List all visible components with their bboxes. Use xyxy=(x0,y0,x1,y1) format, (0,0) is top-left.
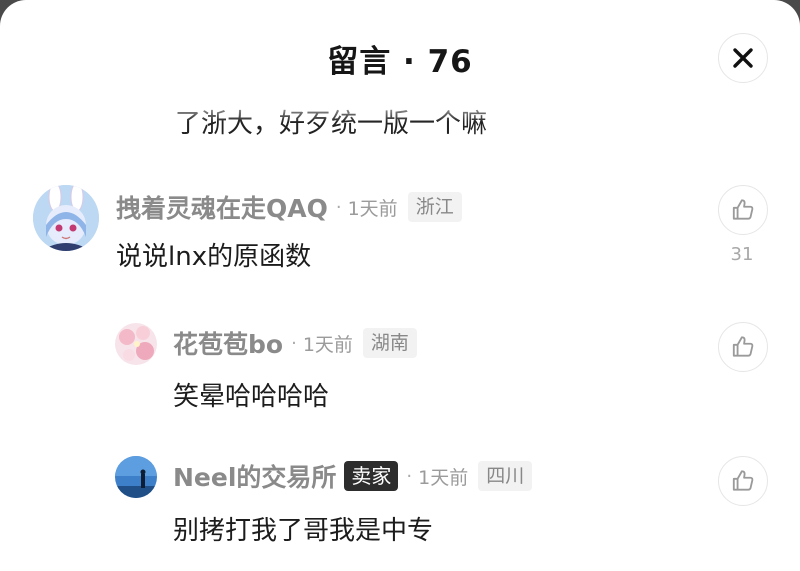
comment-text[interactable]: 笑晕哈哈哈哈 xyxy=(173,376,329,413)
like-count: 31 xyxy=(730,244,754,265)
comment-meta: 花苞苞bo · 1天前 湖南 xyxy=(173,326,417,360)
comment-text[interactable]: 别拷打我了哥我是中专 xyxy=(173,510,433,547)
like-button[interactable] xyxy=(718,456,768,506)
comment-time: 1天前 xyxy=(347,197,398,220)
sky-photo-avatar xyxy=(115,456,157,498)
reply-item: 花苞苞bo · 1天前 湖南 笑晕哈哈哈哈 xyxy=(0,320,800,420)
avatar[interactable] xyxy=(115,323,157,365)
separator-dot: · xyxy=(291,332,297,354)
comment-item: 拽着灵魂在走QAQ · 1天前 浙江 说说lnx的原函数 31 xyxy=(0,180,800,280)
comment-meta: Neel的交易所 卖家 · 1天前 四川 xyxy=(173,458,533,494)
scroll-fade xyxy=(0,96,800,122)
thumbs-up-icon xyxy=(732,336,754,357)
comment-time: 1天前 xyxy=(302,333,353,356)
page-title: 留言 · 76 xyxy=(327,44,473,80)
username[interactable]: 花苞苞bo xyxy=(173,325,283,361)
region-badge: 四川 xyxy=(478,461,533,491)
username[interactable]: Neel的交易所 xyxy=(173,458,336,494)
close-icon xyxy=(733,48,753,68)
close-button[interactable] xyxy=(718,33,768,83)
region-badge: 湖南 xyxy=(362,328,417,358)
anime-bunny-avatar xyxy=(33,185,99,251)
comment-meta: 拽着灵魂在走QAQ · 1天前 浙江 xyxy=(116,190,462,224)
pink-blossom-avatar xyxy=(115,323,157,365)
avatar[interactable] xyxy=(115,456,157,498)
region-badge: 浙江 xyxy=(407,192,462,222)
comment-time: 1天前 xyxy=(418,466,469,489)
avatar[interactable] xyxy=(33,185,99,251)
thumbs-up-icon xyxy=(732,199,754,220)
reply-item: Neel的交易所 卖家 · 1天前 四川 别拷打我了哥我是中专 xyxy=(0,454,800,564)
like-button[interactable] xyxy=(718,322,768,372)
like-button[interactable] xyxy=(718,185,768,235)
separator-dot: · xyxy=(335,196,342,218)
seller-badge: 卖家 xyxy=(344,461,399,491)
comments-sheet: 留言 · 76 了浙大，好歹统一版一个嘛 拽着灵魂在走QAQ · 1天前 浙江 … xyxy=(0,0,800,571)
thumbs-up-icon xyxy=(732,470,754,491)
separator-dot: · xyxy=(406,465,413,487)
comment-text[interactable]: 说说lnx的原函数 xyxy=(116,236,311,273)
username[interactable]: 拽着灵魂在走QAQ xyxy=(116,189,328,225)
